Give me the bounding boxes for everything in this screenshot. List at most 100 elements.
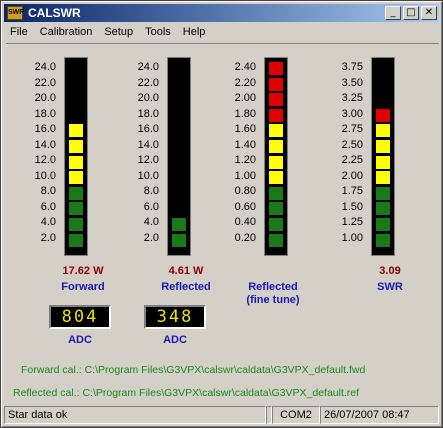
status-port: COM2 xyxy=(272,406,320,424)
scale-tick-label: 1.60 xyxy=(234,123,256,135)
scale-tick-label: 24.0 xyxy=(34,61,56,73)
scale-tick-label: 8.0 xyxy=(143,185,159,197)
menu-tools[interactable]: Tools xyxy=(139,26,177,38)
scale-tick-label: 20.0 xyxy=(137,92,159,104)
meter-segment xyxy=(172,186,186,200)
scale-tick-label: 12.0 xyxy=(34,154,56,166)
meter-bar-1 xyxy=(167,57,191,256)
meter-segment xyxy=(69,218,83,231)
menu-help[interactable]: Help xyxy=(177,26,212,38)
meter-segment xyxy=(376,171,390,185)
meter-segment xyxy=(269,93,283,107)
scale-tick-label: 1.75 xyxy=(341,185,363,197)
meter-scale-1: 24.0 22.0 20.0 18.0 16.0 14.0 12.0 10.0 8.0 6.0 4.… xyxy=(119,60,159,246)
meter-segment xyxy=(69,108,83,122)
forward-cal-path: Forward cal.: C:\Program Files\G3VPX\cal… xyxy=(21,364,366,376)
scale-tick-label: 16.0 xyxy=(34,123,56,135)
meter-segment xyxy=(69,202,83,216)
status-message: Star data ok xyxy=(4,406,266,424)
scale-tick-label: 14.0 xyxy=(137,138,159,151)
reflected-adc-display: 348 xyxy=(144,305,206,329)
scale-tick-label: 4.0 xyxy=(40,216,56,228)
window-title: CALSWR xyxy=(28,6,81,20)
menu-bar: File Calibration Setup Tools Help xyxy=(4,23,439,41)
meter-segment xyxy=(269,77,283,91)
forward-adc-label: ADC xyxy=(68,334,92,346)
scale-tick-label: 6.0 xyxy=(143,200,159,213)
scale-tick-label: 3.75 xyxy=(341,61,363,73)
reflected-adc-label: ADC xyxy=(163,334,187,346)
meter-segment xyxy=(69,140,83,153)
minimize-button[interactable]: _ xyxy=(385,6,401,20)
scale-tick-label: 2.20 xyxy=(234,76,256,89)
meter-segment xyxy=(69,186,83,200)
meter-segment xyxy=(172,202,186,216)
meter-segment xyxy=(69,93,83,107)
scale-tick-label: 12.0 xyxy=(137,154,159,166)
meter-label-2: Reflected (fine tune) xyxy=(246,281,300,306)
scale-tick-label: 10.0 xyxy=(34,169,56,182)
status-bar: Star data ok COM2 26/07/2007 08:47 xyxy=(4,406,439,425)
scale-tick-label: 1.50 xyxy=(341,200,363,213)
meter-segment xyxy=(269,202,283,216)
meter-label-3: SWR xyxy=(377,281,403,293)
scale-tick-label: 4.0 xyxy=(143,216,159,228)
scale-tick-label: 16.0 xyxy=(137,123,159,135)
meter-segment xyxy=(376,186,390,200)
scale-tick-label: 2.40 xyxy=(234,61,256,73)
meter-segment xyxy=(172,140,186,153)
menu-setup[interactable]: Setup xyxy=(98,26,139,38)
meter-segment xyxy=(376,218,390,231)
reflected-cal-path: Reflected cal.: C:\Program Files\G3VPX\c… xyxy=(13,387,360,399)
scale-tick-label: 10.0 xyxy=(137,169,159,182)
meter-segment xyxy=(69,77,83,91)
meter-segment xyxy=(269,186,283,200)
scale-tick-label: 3.00 xyxy=(341,107,363,120)
meter-segment xyxy=(172,171,186,185)
menu-calibration[interactable]: Calibration xyxy=(34,26,99,38)
meter-segment xyxy=(269,140,283,153)
meter-bar-2 xyxy=(264,57,288,256)
scale-tick-label: 6.0 xyxy=(40,200,56,213)
scale-tick-label: 22.0 xyxy=(34,76,56,89)
meter-bar-3 xyxy=(371,57,395,256)
scale-tick-label: 0.40 xyxy=(234,216,256,228)
meter-segment xyxy=(69,171,83,185)
close-button[interactable]: ✕ xyxy=(421,6,437,20)
menu-file[interactable]: File xyxy=(4,26,34,38)
meter-segment xyxy=(269,124,283,138)
meter-value-1: 4.61 W xyxy=(168,265,204,277)
meter-segment xyxy=(269,171,283,185)
scale-tick-label: 3.50 xyxy=(341,76,363,89)
meter-segment xyxy=(376,140,390,153)
scale-tick-label: 3.25 xyxy=(341,92,363,104)
maximize-button[interactable]: □ xyxy=(403,6,419,20)
meter-segment xyxy=(172,233,186,247)
meter-segment xyxy=(269,155,283,169)
title-bar[interactable]: SWR CALSWR _ □ ✕ xyxy=(4,4,439,22)
scale-tick-label: 0.60 xyxy=(234,200,256,213)
scale-tick-label: 1.00 xyxy=(341,231,363,244)
scale-tick-label: 2.0 xyxy=(143,231,159,244)
meter-segment xyxy=(376,233,390,247)
meter-label-1: Reflected xyxy=(161,281,211,293)
meter-segment xyxy=(172,108,186,122)
meter-segment xyxy=(69,124,83,138)
scale-tick-label: 14.0 xyxy=(34,138,56,151)
meter-segment xyxy=(69,155,83,169)
scale-tick-label: 2.00 xyxy=(234,92,256,104)
meter-segment xyxy=(172,62,186,75)
meter-segment xyxy=(376,155,390,169)
meter-segment xyxy=(172,218,186,231)
meter-segment xyxy=(269,218,283,231)
meter-scale-3: 3.75 3.50 3.25 3.00 2.75 2.50 2.25 2.00 1.75 1.50… xyxy=(323,60,363,246)
status-datetime: 26/07/2007 08:47 xyxy=(320,406,439,424)
meter-segment xyxy=(269,62,283,75)
meter-label-0: Forward xyxy=(61,281,105,293)
meter-segment xyxy=(172,77,186,91)
scale-tick-label: 18.0 xyxy=(34,107,56,120)
meter-segment xyxy=(376,202,390,216)
meter-segment xyxy=(172,155,186,169)
scale-tick-label: 0.20 xyxy=(234,231,256,244)
scale-tick-label: 1.80 xyxy=(234,107,256,120)
